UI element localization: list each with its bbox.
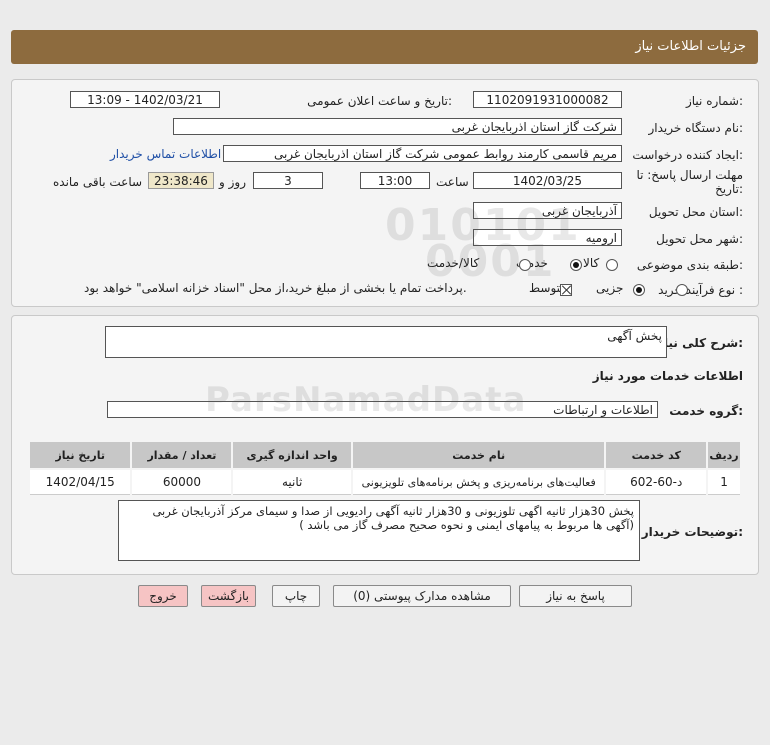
process-option-minor: جزیی bbox=[596, 281, 624, 295]
city-field: ارومیه bbox=[473, 229, 622, 246]
reply-button[interactable]: پاسخ به نیاز bbox=[519, 585, 632, 607]
payment-note: پرداخت تمام یا بخشی از مبلغ خرید،از محل … bbox=[84, 281, 467, 295]
remaining-label: ساعت باقی مانده bbox=[53, 175, 143, 189]
category-radio-goods-service[interactable] bbox=[518, 258, 531, 271]
col-row: ردیف bbox=[706, 440, 742, 470]
services-section-title: اطلاعات خدمات مورد نیاز bbox=[592, 369, 743, 383]
deadline-label: مهلت ارسال پاسخ: تا bbox=[636, 168, 743, 182]
buyer-field: شرکت گاز استان اذربایجان غربی bbox=[173, 118, 622, 135]
cell-code: د-60-602 bbox=[604, 468, 709, 495]
service-group-label: گروه خدمت: bbox=[669, 404, 743, 418]
table-header-row: ردیف کد خدمت نام خدمت واحد اندازه گیری ت… bbox=[27, 440, 742, 470]
process-radio-medium[interactable] bbox=[633, 283, 646, 296]
col-code: کد خدمت bbox=[604, 440, 709, 470]
deadline-label-2: تاریخ: bbox=[715, 182, 743, 196]
process-label: نوع فرآیند خرید : bbox=[658, 283, 743, 297]
page-title: جزئیات اطلاعات نیاز bbox=[635, 39, 746, 54]
province-label: استان محل تحویل: bbox=[648, 205, 743, 219]
need-number-field: 1102091931000082 bbox=[473, 91, 622, 108]
exit-button[interactable]: خروج bbox=[138, 585, 188, 607]
need-number-label: شماره نیاز: bbox=[685, 94, 743, 108]
buyer-notes-line2: (آگهی ها مربوط به پیامهای ایمنی و نحوه ص… bbox=[299, 518, 634, 532]
col-date: تاریخ نیاز bbox=[27, 440, 133, 470]
col-qty: تعداد / مقدار bbox=[130, 440, 234, 470]
category-radio-service[interactable] bbox=[569, 258, 582, 271]
buyer-notes-box: پخش 30هزار ثانیه اگهی تلوزیونی و 30هزار … bbox=[118, 500, 640, 561]
category-label: طبقه بندی موضوعی: bbox=[636, 258, 743, 272]
col-unit: واحد اندازه گیری bbox=[231, 440, 353, 470]
payment-checkbox[interactable] bbox=[560, 283, 573, 296]
cell-qty: 60000 bbox=[130, 468, 234, 495]
province-field: آذربایجان غربی bbox=[473, 202, 622, 219]
remaining-time-field: 23:38:46 bbox=[148, 172, 214, 189]
buyer-contact-link[interactable]: اطلاعات تماس خریدار bbox=[110, 147, 221, 161]
announce-label: تاریخ و ساعت اعلان عمومی: bbox=[307, 94, 452, 108]
creator-field: مریم قاسمی کارمند روابط عمومی شرکت گاز ا… bbox=[223, 145, 622, 162]
announce-date-field: 1402/03/21 - 13:09 bbox=[70, 91, 220, 108]
page-header: جزئیات اطلاعات نیاز bbox=[11, 30, 758, 64]
cell-unit: ثانیه bbox=[231, 468, 353, 495]
cell-date: 1402/04/15 bbox=[27, 468, 133, 495]
summary-label: شرح کلی نیاز: bbox=[657, 336, 743, 350]
back-button[interactable]: بازگشت bbox=[201, 585, 256, 607]
print-button[interactable]: چاپ bbox=[272, 585, 320, 607]
category-option-goods: کالا bbox=[583, 256, 600, 270]
creator-label: ایجاد کننده درخواست: bbox=[632, 148, 743, 162]
time-label: ساعت bbox=[436, 175, 469, 189]
details-panel bbox=[11, 79, 759, 307]
deadline-date-field: 1402/03/25 bbox=[473, 172, 622, 189]
city-label: شهر محل تحویل: bbox=[656, 232, 743, 246]
summary-field: پخش آگهی bbox=[105, 326, 667, 358]
service-group-field: اطلاعات و ارتباطات bbox=[107, 401, 658, 418]
view-attachments-button[interactable]: مشاهده مدارک پیوستی (0) bbox=[333, 585, 511, 607]
cell-row: 1 bbox=[706, 468, 742, 495]
buyer-label: نام دستگاه خریدار: bbox=[648, 121, 744, 135]
col-name: نام خدمت bbox=[350, 440, 607, 470]
category-option-goods-service: کالا/خدمت bbox=[427, 256, 480, 270]
deadline-time-field: 13:00 bbox=[360, 172, 430, 189]
buyer-notes-line1: پخش 30هزار ثانیه اگهی تلوزیونی و 30هزار … bbox=[152, 504, 634, 518]
days-field: 3 bbox=[253, 172, 323, 189]
services-table: ردیف کد خدمت نام خدمت واحد اندازه گیری ت… bbox=[27, 440, 742, 495]
table-row: 1 د-60-602 فعالیت‌های برنامه‌ریزی و پخش … bbox=[27, 468, 742, 495]
category-radio-goods[interactable] bbox=[606, 258, 618, 271]
process-radio-minor[interactable] bbox=[676, 283, 689, 296]
days-label: روز و bbox=[219, 175, 246, 189]
buyer-notes-label: توضیحات خریدار: bbox=[641, 525, 743, 539]
cell-name: فعالیت‌های برنامه‌ریزی و پخش برنامه‌های … bbox=[350, 468, 607, 495]
